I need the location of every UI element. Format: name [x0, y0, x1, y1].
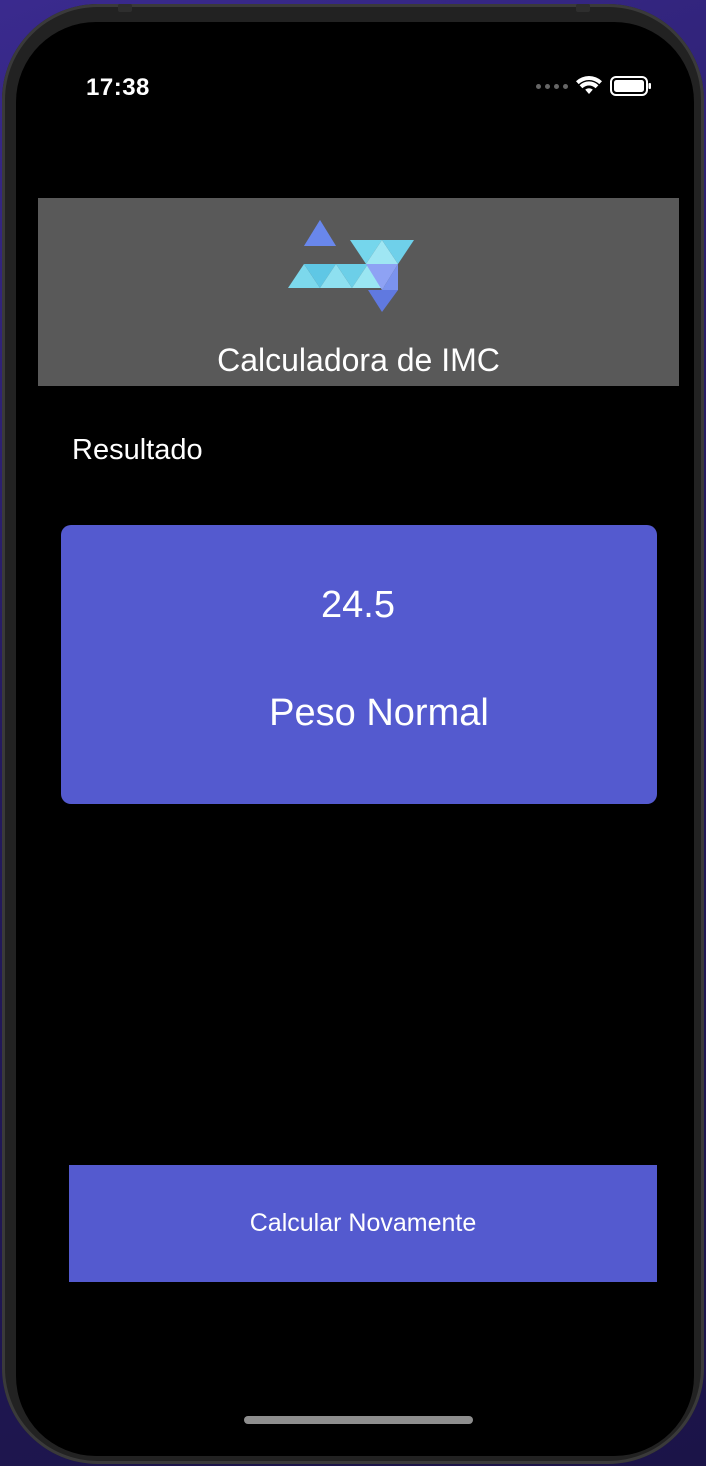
signal-dots-icon	[536, 83, 568, 89]
home-indicator[interactable]	[244, 1416, 473, 1424]
app-title: Calculadora de IMC	[217, 342, 500, 378]
app-screen: 17:38 Calculadora de IMC Resultado 24.5 …	[16, 22, 694, 1456]
result-card: 24.5 Peso Normal	[61, 525, 657, 804]
app-logo	[288, 220, 414, 312]
phone-frame: 17:38 Calculadora de IMC Resultado 24.5 …	[2, 4, 704, 1464]
result-section-label: Resultado	[72, 434, 203, 466]
battery-icon	[610, 76, 651, 96]
status-icons	[536, 76, 652, 96]
phone-top-notch-left	[118, 4, 132, 12]
status-bar: 17:38	[16, 22, 694, 142]
bmi-value: 24.5	[321, 584, 395, 626]
recalculate-button[interactable]: Calcular Novamente	[69, 1165, 657, 1282]
app-header: Calculadora de IMC	[38, 198, 679, 386]
bmi-category: Peso Normal	[269, 692, 489, 734]
status-time: 17:38	[86, 74, 150, 101]
wifi-icon	[576, 76, 602, 94]
phone-top-notch-right	[576, 4, 590, 12]
